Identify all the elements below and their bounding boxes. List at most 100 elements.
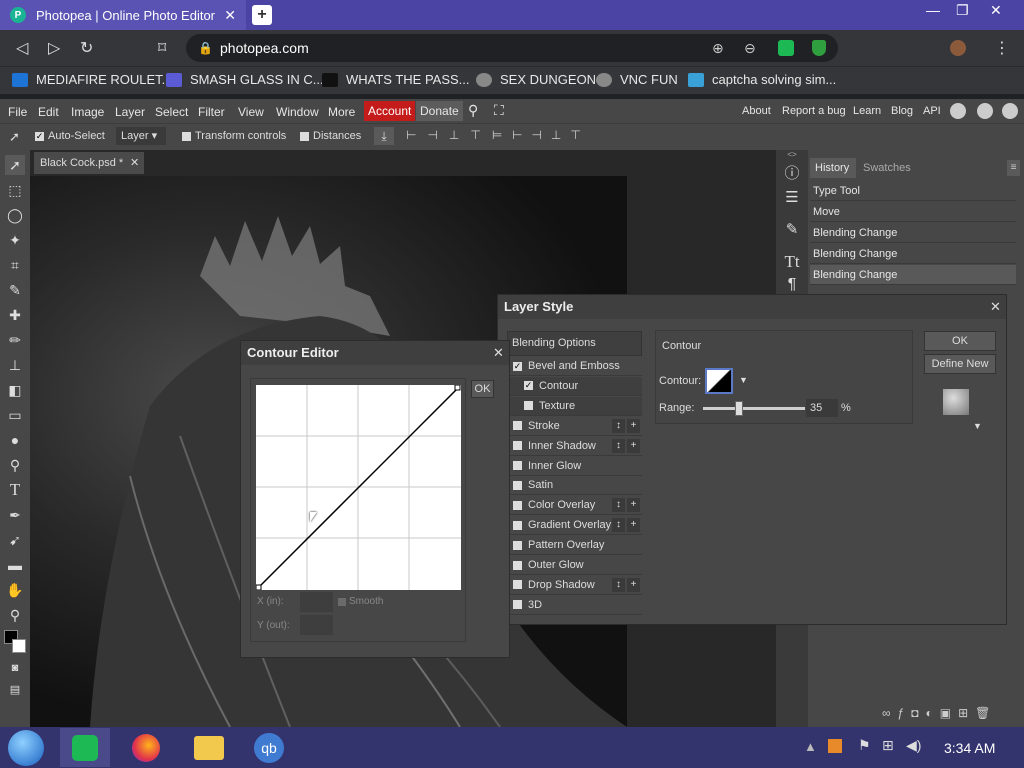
reorder-icon[interactable]: ↕	[612, 418, 625, 433]
maximize-icon[interactable]: ❐	[956, 2, 969, 19]
extension-shield-icon[interactable]	[812, 40, 826, 56]
tray-expand-icon[interactable]: ▲	[804, 739, 817, 754]
reddit-icon[interactable]	[950, 103, 966, 119]
menu-blog[interactable]: Blog	[891, 105, 913, 117]
search-icon[interactable]: ⚲	[468, 102, 478, 119]
bookmark-item[interactable]: VNC FUN	[596, 72, 678, 87]
effect-checkbox[interactable]	[513, 580, 522, 590]
reorder-icon[interactable]: ↕	[612, 577, 625, 592]
add-effect-icon[interactable]: +	[627, 577, 640, 592]
effect-item[interactable]: Outer Glow	[510, 556, 642, 575]
extension-sheets-icon[interactable]	[778, 40, 794, 56]
zoom-out-icon[interactable]: ⊖	[744, 34, 756, 62]
define-new-button[interactable]: Define New	[924, 354, 996, 374]
add-effect-icon[interactable]: +	[627, 438, 640, 453]
curve-point-end[interactable]	[454, 385, 461, 391]
start-button[interactable]	[8, 730, 44, 766]
effect-item[interactable]: Drop Shadow ↕ +	[510, 576, 642, 595]
effect-checkbox[interactable]	[513, 441, 522, 451]
menu-filter[interactable]: Filter	[198, 105, 225, 119]
layer-style-ok-button[interactable]: OK	[924, 331, 996, 351]
back-icon[interactable]: ◁	[16, 38, 28, 58]
brush-tool-icon[interactable]: ✏	[5, 330, 25, 350]
new-tab-button[interactable]: +	[252, 5, 272, 25]
adjustments-icon[interactable]: ☰	[782, 188, 802, 208]
blur-tool-icon[interactable]: ●	[5, 430, 25, 450]
effect-item[interactable]: 3D	[510, 596, 642, 615]
menu-about[interactable]: About	[742, 105, 771, 117]
effect-item[interactable]: Inner Glow	[510, 457, 642, 476]
menu-more[interactable]: More	[328, 105, 355, 119]
menu-select[interactable]: Select	[155, 105, 188, 119]
dodge-tool-icon[interactable]: ⚲	[5, 455, 25, 475]
tab-swatches[interactable]: Swatches	[863, 158, 911, 178]
close-window-icon[interactable]: ✕	[990, 2, 1002, 19]
hand-tool-icon[interactable]: ✋	[5, 580, 25, 600]
shape-tool-icon[interactable]: ▬	[5, 555, 25, 575]
firefox-icon[interactable]	[132, 734, 160, 762]
add-effect-icon[interactable]: +	[627, 518, 640, 533]
effect-checkbox[interactable]	[524, 401, 533, 411]
file-manager-icon[interactable]	[194, 736, 224, 760]
gradient-tool-icon[interactable]: ▭	[5, 405, 25, 425]
effect-checkbox[interactable]	[513, 480, 522, 490]
close-dialog-icon[interactable]: ✕	[990, 299, 1001, 315]
auto-select-checkbox[interactable]: ✓	[35, 132, 44, 141]
curve-point-start[interactable]	[256, 584, 262, 590]
effect-checkbox[interactable]: ✓	[513, 361, 522, 371]
history-item[interactable]: Blending Change	[810, 223, 1016, 243]
bookmark-item[interactable]: MEDIAFIRE ROULET...	[12, 72, 173, 87]
move-tool-icon[interactable]: ➚	[5, 155, 25, 175]
tray-app-icon[interactable]	[828, 739, 842, 753]
contour-curve-graph[interactable]	[256, 385, 461, 590]
smooth-checkbox[interactable]	[338, 598, 346, 606]
magic-wand-icon[interactable]: ✦	[5, 230, 25, 250]
zoom-tool-icon[interactable]: ⚲	[5, 605, 25, 625]
network-icon[interactable]: ⊞	[882, 737, 894, 754]
effect-checkbox[interactable]	[513, 421, 522, 431]
effect-item[interactable]: Pattern Overlay	[510, 536, 642, 556]
history-item[interactable]: Blending Change	[810, 265, 1016, 285]
effect-checkbox[interactable]	[513, 520, 522, 530]
contour-dropdown-icon[interactable]: ▼	[739, 375, 748, 385]
download-icon[interactable]: ⤓	[374, 127, 394, 145]
menu-view[interactable]: View	[238, 105, 264, 119]
close-tab-icon[interactable]: ✕	[224, 7, 236, 24]
crop-tool-icon[interactable]: ⌗	[5, 255, 25, 275]
bookmark-icon[interactable]: ⌑	[158, 38, 166, 58]
pen-tool-icon[interactable]: ✒	[5, 505, 25, 525]
menu-layer[interactable]: Layer	[115, 105, 145, 119]
range-value-input[interactable]: 35	[806, 399, 838, 417]
effect-item[interactable]: ✓ Contour	[510, 376, 642, 396]
install-icon[interactable]: ⊕	[712, 34, 724, 62]
menu-api[interactable]: API	[923, 105, 941, 117]
volume-icon[interactable]: ◀)	[906, 737, 921, 754]
effect-item[interactable]: Texture	[510, 396, 642, 416]
effect-item[interactable]: Gradient Overlay ↕ +	[510, 516, 642, 536]
history-item[interactable]: Blending Change	[810, 244, 1016, 264]
contour-preview-swatch[interactable]	[705, 368, 733, 394]
reorder-icon[interactable]: ↕	[612, 438, 625, 453]
donate-button[interactable]: Donate	[416, 101, 463, 121]
qbittorrent-icon[interactable]: qb	[254, 733, 284, 763]
x-in-input[interactable]	[300, 592, 333, 612]
tab-history[interactable]: History	[810, 158, 856, 178]
document-tab[interactable]: Black Cock.psd * ✕	[34, 152, 144, 174]
screen-mode-icon[interactable]: ▤	[5, 680, 25, 700]
bookmark-item[interactable]: SEX DUNGEON	[476, 72, 596, 87]
path-select-icon[interactable]: ➹	[5, 530, 25, 550]
align-icons[interactable]: ⊢⊣⊥⊤⊨	[406, 128, 513, 142]
effect-item[interactable]: ✓ Bevel and Emboss	[510, 357, 642, 376]
collapse-icon[interactable]: <>	[776, 150, 808, 159]
healing-brush-icon[interactable]: ✚	[5, 305, 25, 325]
background-color-swatch[interactable]	[12, 639, 26, 653]
minimize-icon[interactable]: —	[926, 2, 940, 18]
clock[interactable]: 3:34 AM	[944, 740, 995, 756]
distances-checkbox[interactable]	[300, 132, 309, 141]
flag-icon[interactable]: ⚑	[858, 737, 871, 754]
menu-learn[interactable]: Learn	[853, 105, 881, 117]
add-effect-icon[interactable]: +	[627, 498, 640, 513]
reload-icon[interactable]: ↻	[80, 38, 93, 58]
history-item[interactable]: Move	[810, 202, 1016, 222]
menu-report-bug[interactable]: Report a bug	[782, 105, 846, 117]
